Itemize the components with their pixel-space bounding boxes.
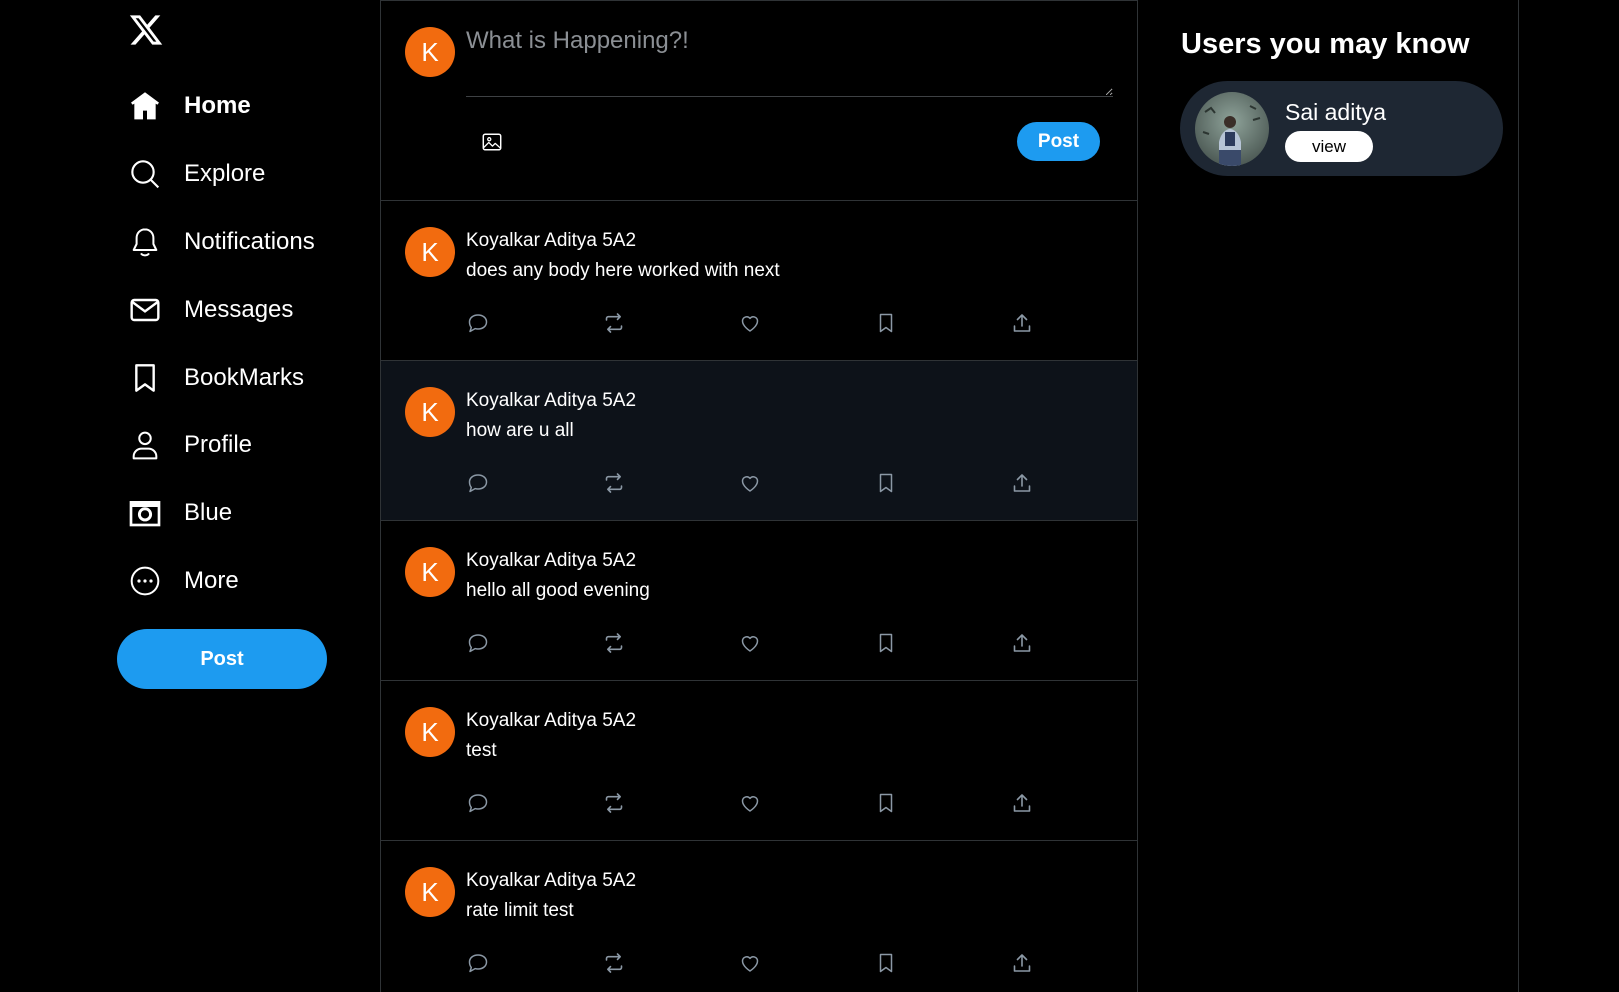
post-avatar[interactable]: K <box>405 707 455 757</box>
like-icon[interactable] <box>738 631 762 655</box>
bookmark-icon[interactable] <box>874 471 898 495</box>
post-author[interactable]: Koyalkar Aditya 5A2 <box>466 550 636 572</box>
post-item[interactable]: K Koyalkar Aditya 5A2 hello all good eve… <box>381 521 1137 681</box>
nav-item-blue[interactable]: Blue <box>128 493 232 533</box>
like-icon[interactable] <box>738 951 762 975</box>
post-author[interactable]: Koyalkar Aditya 5A2 <box>466 870 636 892</box>
nav-label-messages: Messages <box>184 296 294 323</box>
post-actions <box>466 951 1046 975</box>
nav-item-bookmarks[interactable]: BookMarks <box>128 358 304 398</box>
more-circle-icon <box>128 564 162 598</box>
composer-avatar: K <box>405 27 455 77</box>
post-avatar[interactable]: K <box>405 867 455 917</box>
post-actions <box>466 471 1046 495</box>
nav-label-explore: Explore <box>184 160 266 187</box>
nav-label-more: More <box>184 567 239 594</box>
post-author[interactable]: Koyalkar Aditya 5A2 <box>466 710 636 732</box>
post-item[interactable]: K Koyalkar Aditya 5A2 how are u all <box>381 361 1137 521</box>
bell-icon <box>128 225 162 259</box>
app-root: Home Explore Notifications Messages Book <box>0 0 1619 992</box>
compose-input[interactable] <box>466 27 1113 97</box>
post-avatar[interactable]: K <box>405 387 455 437</box>
nav-item-notifications[interactable]: Notifications <box>128 222 315 262</box>
post-text: hello all good evening <box>466 580 650 601</box>
share-icon[interactable] <box>1010 311 1034 335</box>
suggestions-title: Users you may know <box>1181 28 1470 60</box>
post-item[interactable]: K Koyalkar Aditya 5A2 rate limit test <box>381 841 1137 992</box>
nav-label-home: Home <box>184 92 251 119</box>
post-avatar[interactable]: K <box>405 547 455 597</box>
post-item[interactable]: K Koyalkar Aditya 5A2 does any body here… <box>381 201 1137 361</box>
like-icon[interactable] <box>738 791 762 815</box>
home-icon <box>128 89 162 123</box>
sidebar-post-button[interactable]: Post <box>117 629 327 689</box>
post-actions <box>466 631 1046 655</box>
share-icon[interactable] <box>1010 791 1034 815</box>
reply-icon[interactable] <box>466 631 490 655</box>
nav-label-notifications: Notifications <box>184 228 315 255</box>
view-user-button[interactable]: view <box>1285 131 1373 162</box>
nav-item-more[interactable]: More <box>128 561 239 601</box>
repost-icon[interactable] <box>602 951 626 975</box>
nav-label-blue: Blue <box>184 499 233 526</box>
post-actions <box>466 311 1046 335</box>
user-name[interactable]: Sai aditya <box>1285 99 1386 126</box>
nav-label-bookmarks: BookMarks <box>184 364 305 391</box>
feed: K Post K Koyalkar Aditya 5A2 does any bo… <box>380 0 1138 992</box>
like-icon[interactable] <box>738 311 762 335</box>
repost-icon[interactable] <box>602 631 626 655</box>
post-author[interactable]: Koyalkar Aditya 5A2 <box>466 230 636 252</box>
post-author[interactable]: Koyalkar Aditya 5A2 <box>466 390 636 412</box>
nav-label-profile: Profile <box>184 431 253 458</box>
person-icon <box>128 428 162 462</box>
nav-item-profile[interactable]: Profile <box>128 425 252 465</box>
share-icon[interactable] <box>1010 471 1034 495</box>
composer: K Post <box>381 0 1137 201</box>
right-panel: Users you may know Sai aditya view <box>1138 0 1519 992</box>
reply-icon[interactable] <box>466 471 490 495</box>
repost-icon[interactable] <box>602 311 626 335</box>
nav-item-explore[interactable]: Explore <box>128 154 265 194</box>
post-text: does any body here worked with next <box>466 260 780 281</box>
share-icon[interactable] <box>1010 951 1034 975</box>
reply-icon[interactable] <box>466 311 490 335</box>
camera-icon <box>128 496 162 530</box>
user-avatar[interactable] <box>1195 92 1269 166</box>
left-sidebar: Home Explore Notifications Messages Book <box>0 0 380 992</box>
share-icon[interactable] <box>1010 631 1034 655</box>
post-text: rate limit test <box>466 900 574 921</box>
search-icon <box>128 157 162 191</box>
bookmark-icon[interactable] <box>874 791 898 815</box>
post-text: how are u all <box>466 420 574 441</box>
x-logo-icon[interactable] <box>128 12 164 48</box>
bookmark-icon[interactable] <box>874 311 898 335</box>
repost-icon[interactable] <box>602 791 626 815</box>
bookmark-icon[interactable] <box>874 951 898 975</box>
user-suggestion-card: Sai aditya view <box>1180 81 1503 176</box>
like-icon[interactable] <box>738 471 762 495</box>
post-actions <box>466 791 1046 815</box>
image-icon[interactable] <box>481 131 503 153</box>
post-item[interactable]: K Koyalkar Aditya 5A2 test <box>381 681 1137 841</box>
reply-icon[interactable] <box>466 791 490 815</box>
bookmark-icon[interactable] <box>874 631 898 655</box>
repost-icon[interactable] <box>602 471 626 495</box>
nav-item-messages[interactable]: Messages <box>128 290 293 330</box>
reply-icon[interactable] <box>466 951 490 975</box>
post-text: test <box>466 740 497 761</box>
composer-post-button[interactable]: Post <box>1017 122 1100 161</box>
post-avatar[interactable]: K <box>405 227 455 277</box>
mail-icon <box>128 293 162 327</box>
nav-item-home[interactable]: Home <box>128 86 251 126</box>
bookmark-icon <box>128 361 162 395</box>
